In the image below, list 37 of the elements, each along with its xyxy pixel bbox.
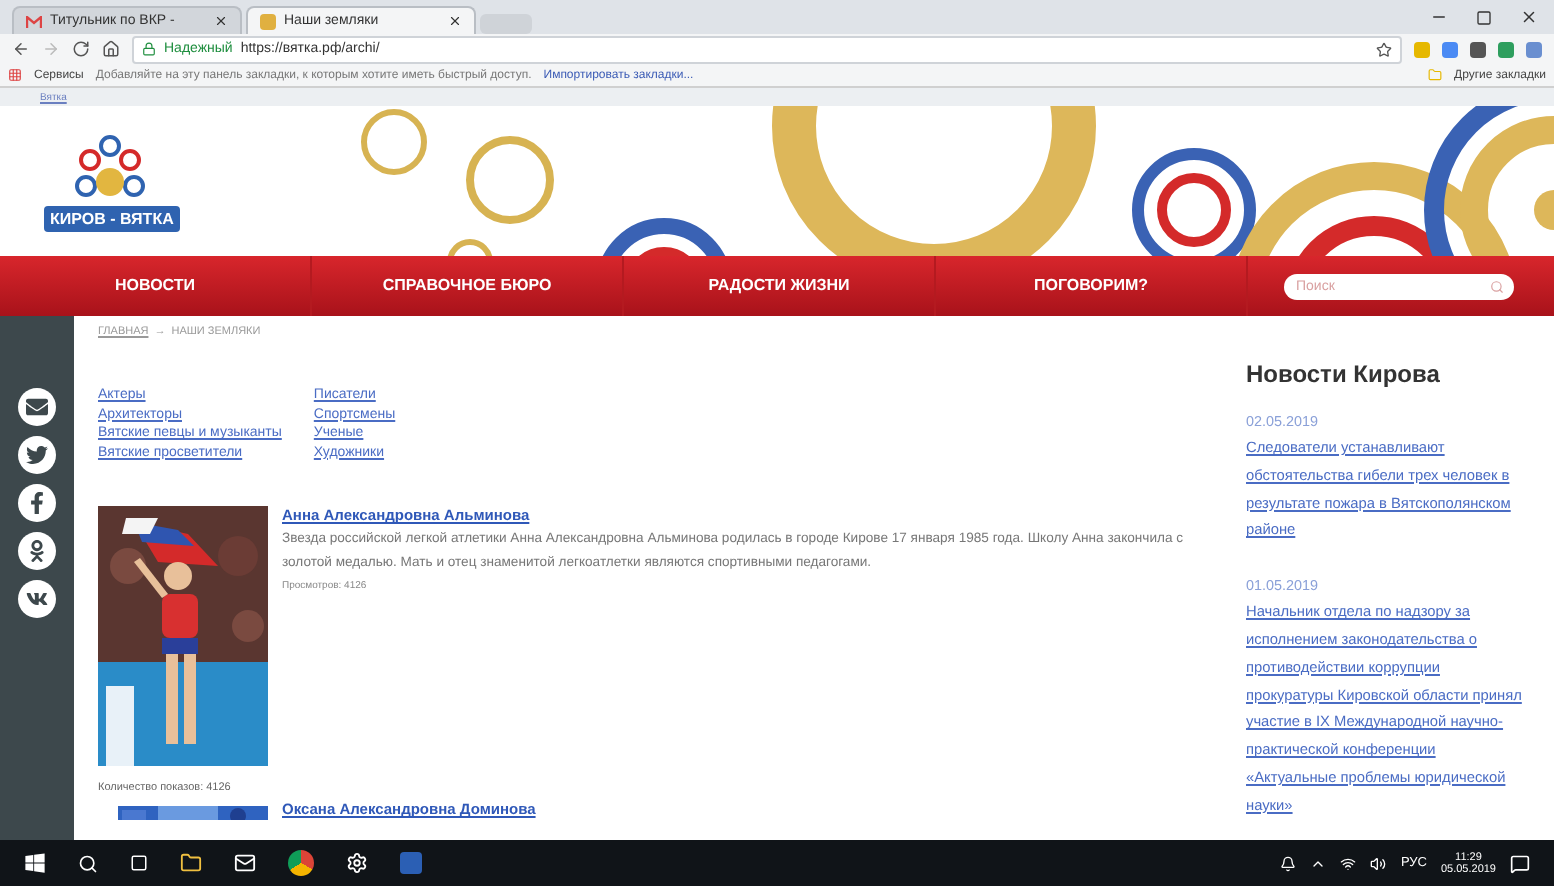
volume-icon[interactable] <box>1370 855 1387 871</box>
nav-link[interactable]: ПОГОВОРИМ? <box>936 256 1248 316</box>
back-icon[interactable] <box>12 40 30 58</box>
odnoklassniki-share-button[interactable] <box>18 532 56 570</box>
bird-icon <box>26 444 48 466</box>
close-icon[interactable] <box>448 14 462 28</box>
folder-icon[interactable] <box>180 852 202 874</box>
facebook-icon <box>26 492 48 514</box>
vk-share-button[interactable] <box>18 580 56 618</box>
browser-icon[interactable] <box>288 850 314 876</box>
twitter-share-button[interactable] <box>18 436 56 474</box>
odnoklassniki-icon <box>26 540 48 562</box>
news-heading: Новости Кирова <box>1246 360 1442 388</box>
site-icon <box>260 13 276 29</box>
share-by-mail-button[interactable] <box>18 388 56 426</box>
notifications-icon[interactable] <box>1510 853 1530 873</box>
maximize-icon[interactable] <box>1476 9 1492 25</box>
logo-icon <box>73 130 150 202</box>
mail-icon <box>26 15 42 27</box>
start-icon[interactable] <box>24 852 46 874</box>
mail-icon[interactable] <box>234 852 256 874</box>
lock-icon <box>142 42 156 56</box>
close-icon[interactable] <box>1520 8 1538 26</box>
network-icon[interactable] <box>1340 855 1357 871</box>
facebook-share-button[interactable] <box>18 484 56 522</box>
task-view-icon[interactable] <box>130 854 148 872</box>
close-icon[interactable] <box>214 14 228 28</box>
vk-icon <box>26 588 48 610</box>
envelope-icon <box>26 396 48 418</box>
nav-link[interactable]: СПРАВОЧНОЕ БЮРО <box>312 256 624 316</box>
apps-icon[interactable] <box>8 68 22 82</box>
star-icon[interactable] <box>1376 41 1392 57</box>
logo-text[interactable]: КИРОВ - ВЯТКА <box>44 206 180 232</box>
reload-icon[interactable] <box>72 40 90 58</box>
home-icon[interactable] <box>102 40 120 58</box>
settings-icon[interactable] <box>346 852 368 874</box>
nav-link[interactable]: РАДОСТИ ЖИЗНИ <box>624 256 936 316</box>
